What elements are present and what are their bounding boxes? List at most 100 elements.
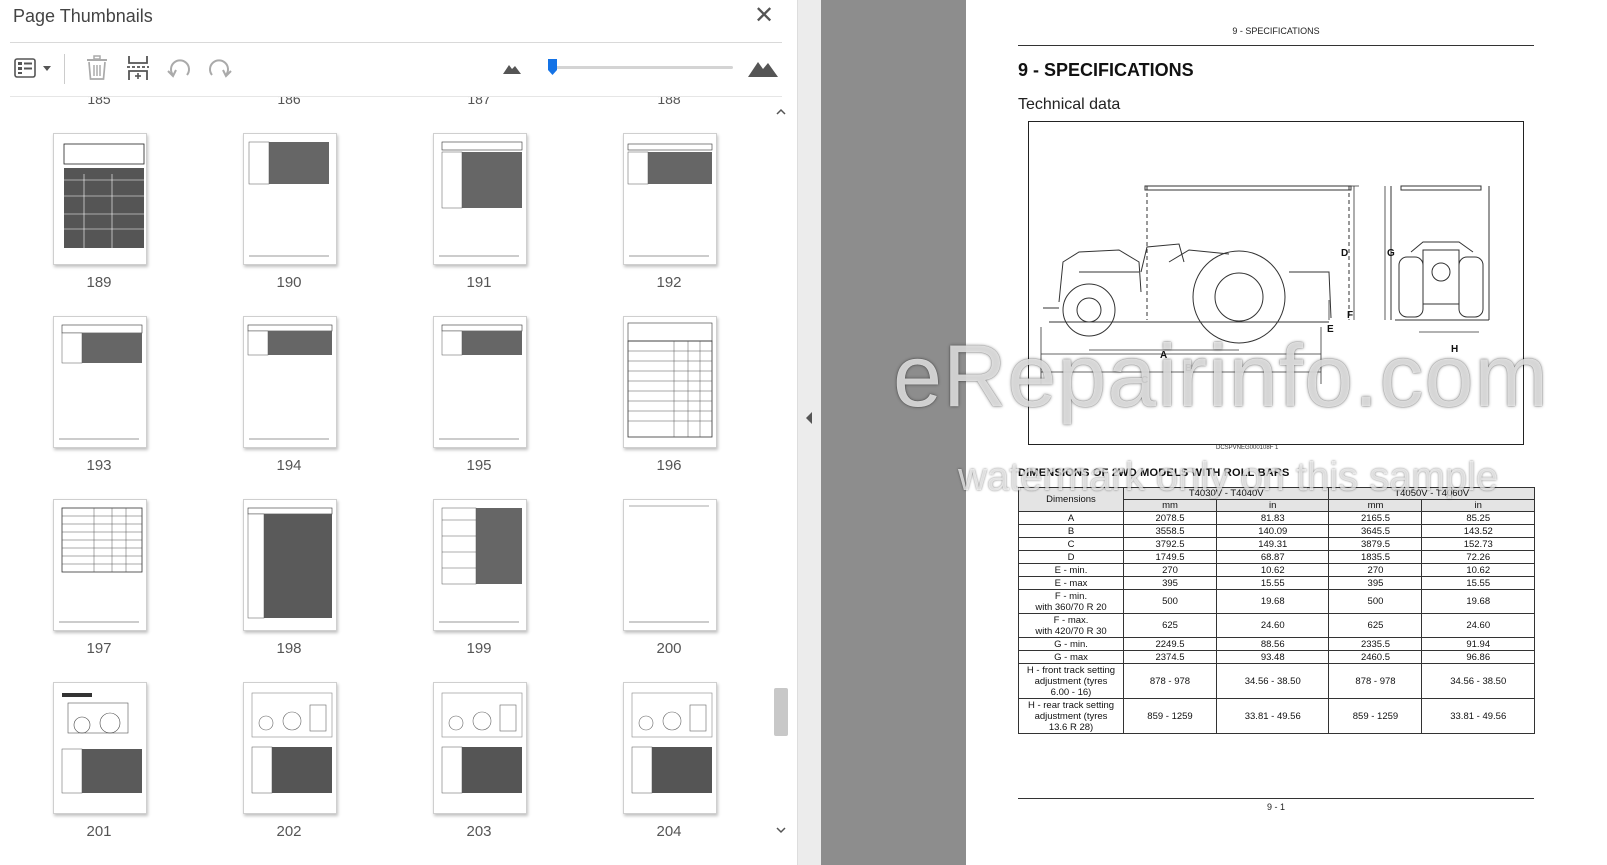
thumbnail-item[interactable]: 196 bbox=[580, 316, 730, 486]
thumbnail-item[interactable]: 192 bbox=[580, 133, 730, 303]
page-thumbnail[interactable] bbox=[243, 133, 337, 265]
value-cell: 24.60 bbox=[1421, 613, 1535, 638]
page-thumbnail[interactable] bbox=[433, 682, 527, 814]
page-preview bbox=[439, 507, 522, 623]
table-title: DIMENSIONS OF 2WD MODELS WITH ROLL BARS bbox=[1018, 467, 1290, 479]
page-number: 204 bbox=[656, 823, 682, 840]
zoom-out-thumbnails-button[interactable] bbox=[497, 53, 527, 83]
value-cell: 88.56 bbox=[1215, 637, 1330, 651]
scrollbar-thumb[interactable] bbox=[774, 688, 788, 736]
thumbnail-size-slider[interactable] bbox=[548, 66, 733, 69]
dimension-cell: E - max bbox=[1018, 576, 1124, 590]
page-preview bbox=[629, 505, 709, 623]
thumbnail-item[interactable]: 194 bbox=[200, 316, 350, 486]
page-number: 195 bbox=[466, 457, 492, 474]
page-thumbnail[interactable] bbox=[433, 133, 527, 265]
document-page: 9 - SPECIFICATIONS 9 - SPECIFICATIONS Te… bbox=[966, 0, 1607, 865]
scroll-up-icon[interactable] bbox=[775, 106, 787, 118]
dim-label-b: B bbox=[1185, 363, 1192, 374]
value-cell: 1749.5 bbox=[1123, 550, 1217, 564]
thumbnail-item[interactable]: 201 bbox=[10, 682, 160, 852]
page-number: 191 bbox=[466, 274, 492, 291]
value-cell: 96.86 bbox=[1421, 650, 1535, 664]
dimension-cell: H - front track setting adjustment (tyre… bbox=[1018, 663, 1124, 699]
value-cell: 859 - 1259 bbox=[1328, 698, 1423, 734]
value-cell: 859 - 1259 bbox=[1123, 698, 1217, 734]
page-thumbnail[interactable] bbox=[53, 682, 147, 814]
value-cell: 34.56 - 38.50 bbox=[1215, 663, 1330, 699]
thumbnail-item[interactable]: 189 bbox=[10, 133, 160, 303]
page-preview bbox=[61, 693, 142, 794]
value-cell: 33.81 - 49.56 bbox=[1215, 698, 1330, 734]
page-number: 186 bbox=[277, 97, 301, 107]
page-number: 193 bbox=[86, 457, 112, 474]
table-row: F - max. with 420/70 R 30 625 24.60 625 24.6… bbox=[1018, 613, 1535, 638]
page-preview bbox=[59, 324, 143, 440]
page-thumbnails-panel: Page Thumbnails ✕ 185 186 187 188 189 19… bbox=[0, 0, 797, 865]
dim-label-a: A bbox=[1160, 350, 1167, 361]
thumbnail-item[interactable]: 195 bbox=[390, 316, 540, 486]
thumbnail-item[interactable]: 200 bbox=[580, 499, 730, 669]
collapse-panel-icon[interactable] bbox=[803, 410, 815, 426]
thumbnail-item[interactable]: 198 bbox=[200, 499, 350, 669]
footer-rule bbox=[1018, 798, 1534, 799]
page-number: 189 bbox=[86, 274, 112, 291]
thumbnail-options-button[interactable] bbox=[12, 53, 56, 83]
slider-thumb[interactable] bbox=[547, 58, 558, 76]
page-thumbnail[interactable] bbox=[433, 499, 527, 631]
delete-page-button[interactable] bbox=[82, 53, 112, 83]
scroll-down-icon[interactable] bbox=[775, 824, 787, 836]
page-thumbnail[interactable] bbox=[53, 133, 147, 265]
page-preview bbox=[441, 692, 523, 794]
thumbnail-item[interactable]: 204 bbox=[580, 682, 730, 852]
value-cell: 270 bbox=[1123, 563, 1217, 577]
page-thumbnail[interactable] bbox=[53, 499, 147, 631]
page-number: 200 bbox=[656, 640, 682, 657]
page-footer: 9 - 1 bbox=[1266, 802, 1285, 812]
thumbnail-item[interactable]: 199 bbox=[390, 499, 540, 669]
thumbnail-item[interactable]: 191 bbox=[390, 133, 540, 303]
page-thumbnail[interactable] bbox=[243, 682, 337, 814]
thumbnail-item[interactable]: 203 bbox=[390, 682, 540, 852]
page-thumbnail[interactable] bbox=[623, 316, 717, 448]
large-mountain-icon bbox=[748, 62, 778, 77]
tractor-drawing: A B C D E F G H bbox=[1040, 185, 1490, 386]
page-thumbnail[interactable] bbox=[623, 499, 717, 631]
page-thumbnail[interactable] bbox=[623, 133, 717, 265]
zoom-in-thumbnails-button[interactable] bbox=[745, 53, 781, 83]
thumbnail-item[interactable]: 202 bbox=[200, 682, 350, 852]
column-group-header: T4030V - T4040V bbox=[1122, 487, 1330, 500]
page-preview bbox=[439, 141, 523, 257]
rotate-clockwise-button[interactable] bbox=[205, 53, 235, 83]
insert-page-button[interactable] bbox=[123, 53, 153, 83]
tractor-dimension-figure: A B C D E F G H bbox=[1028, 121, 1524, 445]
thumbnail-item[interactable]: 197 bbox=[10, 499, 160, 669]
page-thumbnail[interactable] bbox=[243, 316, 337, 448]
value-cell: 3792.5 bbox=[1123, 537, 1217, 551]
value-cell: 878 - 978 bbox=[1123, 663, 1217, 699]
value-cell: 10.62 bbox=[1215, 563, 1330, 577]
title-divider bbox=[10, 42, 782, 43]
thumbnail-item[interactable]: 190 bbox=[200, 133, 350, 303]
rotate-counterclockwise-button[interactable] bbox=[164, 53, 194, 83]
unit-header: mm bbox=[1123, 499, 1217, 512]
header-rule bbox=[1018, 45, 1534, 46]
page-number: 201 bbox=[86, 823, 112, 840]
page-thumbnail[interactable] bbox=[433, 316, 527, 448]
section-subtitle: Technical data bbox=[1018, 96, 1121, 113]
value-cell: 3879.5 bbox=[1328, 537, 1423, 551]
page-thumbnail[interactable] bbox=[243, 499, 337, 631]
value-cell: 3558.5 bbox=[1123, 524, 1217, 538]
dimension-cell: C bbox=[1018, 537, 1124, 551]
thumbnail-item[interactable]: 193 bbox=[10, 316, 160, 486]
panel-splitter[interactable] bbox=[797, 0, 822, 865]
page-thumbnail[interactable] bbox=[53, 316, 147, 448]
close-panel-button[interactable]: ✕ bbox=[752, 4, 776, 28]
table-row: D 1749.5 68.87 1835.5 72.26 bbox=[1018, 550, 1535, 564]
value-cell: 24.60 bbox=[1215, 613, 1330, 638]
page-thumbnail[interactable] bbox=[623, 682, 717, 814]
thumbnail-scrollbar[interactable] bbox=[772, 100, 790, 842]
page-number: 190 bbox=[276, 274, 302, 291]
dimension-cell: G - min. bbox=[1018, 637, 1124, 651]
table-row: B 3558.5 140.09 3645.5 143.52 bbox=[1018, 524, 1535, 538]
